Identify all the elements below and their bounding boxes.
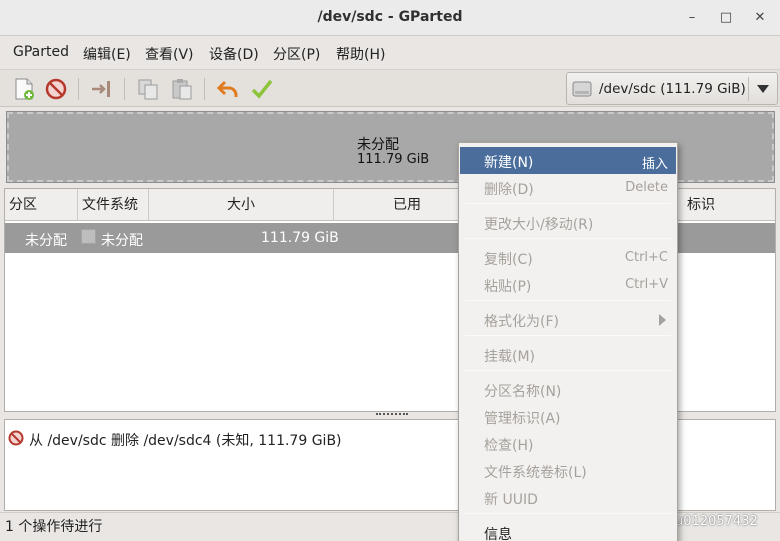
- cell-size: 111.79 GiB: [261, 230, 339, 246]
- column-header-partition[interactable]: 分区: [5, 189, 78, 221]
- toolbar-separator: [204, 78, 205, 100]
- disk-map-size: 111.79 GiB: [357, 152, 430, 167]
- pane-splitter-handle[interactable]: [376, 413, 408, 418]
- menu-item-partition-name[interactable]: 分区名称(N): [460, 376, 676, 403]
- menu-separator: [465, 203, 671, 204]
- menu-item-format-as[interactable]: 格式化为(F): [460, 306, 676, 333]
- menu-separator: [465, 513, 671, 514]
- cell-filesystem: 未分配: [101, 233, 143, 249]
- column-header-filesystem[interactable]: 文件系统: [78, 189, 149, 221]
- undo-icon[interactable]: [216, 77, 240, 101]
- menu-item-label-filesystem[interactable]: 文件系统卷标(L): [460, 457, 676, 484]
- menu-item-manage-flags[interactable]: 管理标识(A): [460, 403, 676, 430]
- operation-item[interactable]: 从 /dev/sdc 删除 /dev/sdc4 (未知, 111.79 GiB): [29, 430, 342, 450]
- submenu-arrow-icon: [659, 314, 666, 326]
- chevron-down-icon: [757, 85, 769, 93]
- window-title: /dev/sdc - GParted: [317, 9, 463, 25]
- menu-view[interactable]: 查看(V): [145, 44, 194, 64]
- apply-icon[interactable]: [250, 77, 274, 101]
- maximize-button[interactable]: □: [716, 8, 736, 28]
- menu-device[interactable]: 设备(D): [209, 44, 259, 64]
- menu-separator: [465, 300, 671, 301]
- resize-move-icon[interactable]: [90, 77, 114, 101]
- menu-separator: [465, 370, 671, 371]
- new-partition-icon[interactable]: [12, 77, 36, 101]
- menu-item-new-uuid[interactable]: 新 UUID: [460, 484, 676, 511]
- toolbar-separator: [78, 78, 79, 100]
- menu-separator: [465, 335, 671, 336]
- delete-partition-icon[interactable]: [44, 77, 68, 101]
- cell-partition: 未分配: [25, 233, 67, 249]
- close-button[interactable]: ✕: [750, 8, 770, 28]
- menu-item-information[interactable]: 信息: [460, 519, 676, 541]
- toolbar: /dev/sdc (111.79 GiB): [0, 69, 780, 107]
- copy-icon[interactable]: [136, 77, 160, 101]
- menu-item-new[interactable]: 新建(N) 插入: [460, 147, 676, 174]
- menu-bar: GParted 编辑(E) 查看(V) 设备(D) 分区(P) 帮助(H): [0, 37, 780, 69]
- menu-edit[interactable]: 编辑(E): [83, 44, 131, 64]
- delete-operation-icon: [8, 430, 24, 446]
- menu-item-delete[interactable]: 删除(D) Delete: [460, 174, 676, 201]
- menu-help[interactable]: 帮助(H): [336, 44, 385, 64]
- menu-separator: [465, 238, 671, 239]
- menu-partition[interactable]: 分区(P): [273, 44, 320, 64]
- title-bar: /dev/sdc - GParted – □ ✕: [0, 0, 780, 36]
- status-text: 1 个操作待进行: [5, 519, 103, 535]
- partition-context-menu: 新建(N) 插入 删除(D) Delete 更改大小/移动(R) 复制(C) C…: [458, 142, 678, 541]
- menu-item-copy[interactable]: 复制(C) Ctrl+C: [460, 244, 676, 271]
- paste-icon[interactable]: [170, 77, 194, 101]
- filesystem-color-swatch: [81, 229, 96, 244]
- harddisk-icon: [572, 81, 592, 97]
- menu-item-check[interactable]: 检查(H): [460, 430, 676, 457]
- menu-item-mount[interactable]: 挂载(M): [460, 341, 676, 368]
- menu-gparted[interactable]: GParted: [13, 44, 69, 60]
- disk-map-label: 未分配: [357, 137, 399, 153]
- device-selector[interactable]: /dev/sdc (111.79 GiB): [566, 72, 778, 105]
- minimize-button[interactable]: –: [682, 8, 702, 28]
- device-label: /dev/sdc (111.79 GiB): [599, 81, 746, 97]
- menu-item-resize-move[interactable]: 更改大小/移动(R): [460, 209, 676, 236]
- toolbar-separator: [124, 78, 125, 100]
- menu-item-paste[interactable]: 粘贴(P) Ctrl+V: [460, 271, 676, 298]
- column-header-size[interactable]: 大小: [149, 189, 334, 221]
